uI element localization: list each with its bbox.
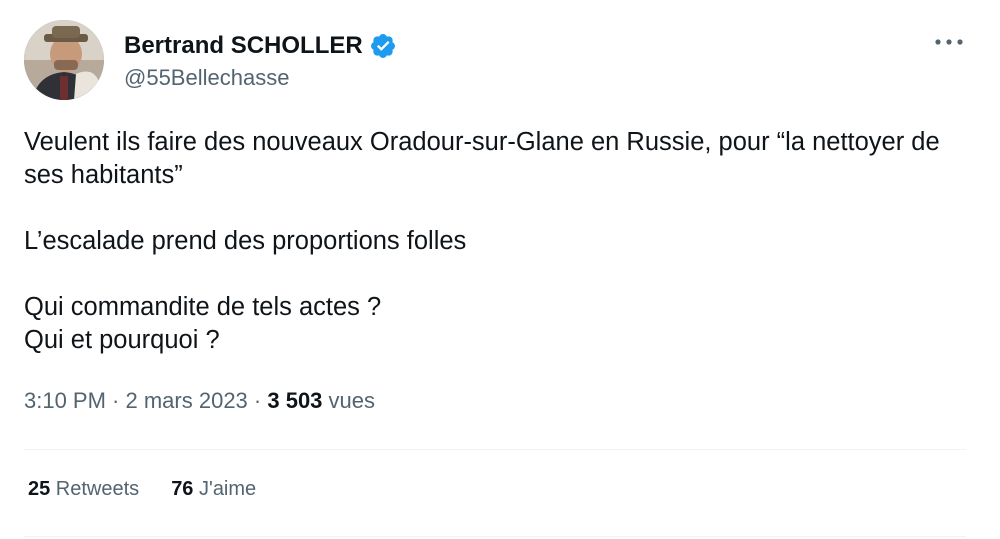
tweet-stats: 25 Retweets 76 J'aime	[28, 478, 256, 501]
divider	[24, 536, 966, 537]
likes-stat[interactable]: 76 J'aime	[171, 478, 256, 501]
views-count: 3 503	[267, 388, 323, 413]
user-avatar-photo	[24, 20, 104, 100]
tweet-line-1: Veulent ils faire des nouveaux Oradour-s…	[24, 128, 940, 189]
tweet-header: Bertrand SCHOLLER @55Bellechasse	[24, 18, 397, 102]
author-block: Bertrand SCHOLLER @55Bellechasse	[124, 29, 397, 91]
avatar[interactable]	[24, 20, 104, 100]
likes-count: 76	[171, 478, 194, 500]
retweets-stat[interactable]: 25 Retweets	[28, 478, 139, 501]
tweet-date[interactable]: 2 mars 2023	[126, 388, 248, 413]
tweet-line-4: Qui et pourquoi ?	[24, 326, 220, 354]
meta-separator: ·	[247, 388, 268, 413]
views-label: vues	[322, 388, 376, 413]
divider	[24, 449, 966, 450]
tweet-time[interactable]: 3:10 PM	[24, 388, 106, 413]
tweet-card: Bertrand SCHOLLER @55Bellechasse Veulent…	[0, 0, 1000, 539]
verified-badge-icon[interactable]	[369, 32, 397, 60]
retweets-count: 25	[28, 478, 51, 500]
tweet-text: Veulent ils faire des nouveaux Oradour-s…	[24, 126, 964, 357]
tweet-line-3: Qui commandite de tels actes ?	[24, 293, 382, 321]
name-row: Bertrand SCHOLLER	[124, 29, 397, 63]
meta-separator: ·	[105, 388, 126, 413]
more-options-icon[interactable]	[932, 30, 966, 54]
tweet-meta: 3:10 PM · 2 mars 2023 · 3 503 vues	[24, 388, 375, 414]
retweets-label: Retweets	[50, 478, 140, 500]
author-name[interactable]: Bertrand SCHOLLER	[124, 32, 363, 60]
author-handle[interactable]: @55Bellechasse	[124, 65, 397, 91]
tweet-line-2: L’escalade prend des proportions folles	[24, 227, 467, 255]
likes-label: J'aime	[193, 478, 257, 500]
